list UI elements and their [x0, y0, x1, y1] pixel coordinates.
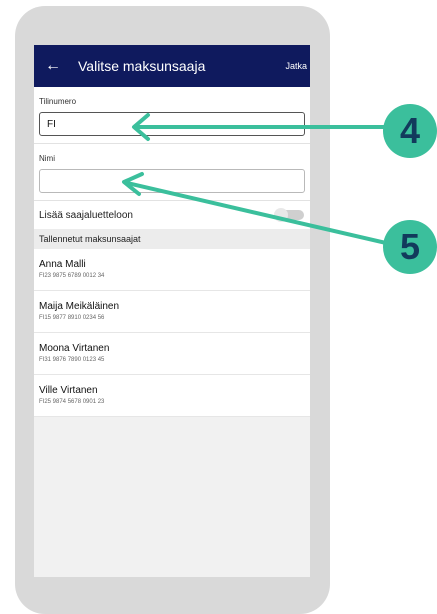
callout-badge-4: 4	[383, 104, 437, 158]
callout-badge-5: 5	[383, 220, 437, 274]
annotation-arrow-5	[125, 181, 388, 245]
annotation-arrows	[122, 113, 388, 245]
